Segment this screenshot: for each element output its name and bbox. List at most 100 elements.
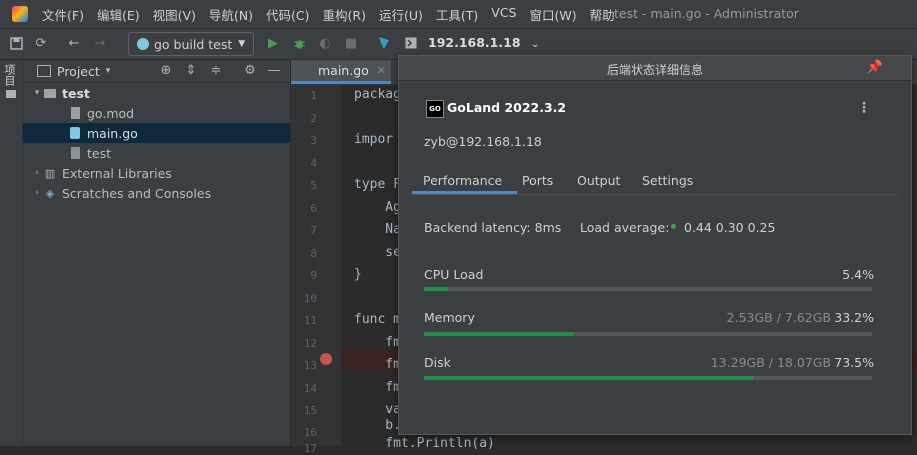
run-configuration-select[interactable]: go build test ▼	[128, 32, 254, 56]
stop-icon[interactable]: ■	[343, 35, 359, 51]
back-arrow-icon[interactable]: ←	[66, 35, 82, 51]
scratches-icon: ◈	[45, 186, 55, 200]
disk-label: Disk	[424, 355, 451, 370]
menu-bar: 文件(F) 编辑(E) 视图(V) 导航(N) 代码(C) 重构(R) 运行(U…	[0, 0, 917, 28]
line-number: 7	[310, 224, 317, 237]
popup-header[interactable]: 后端状态详细信息 📌	[399, 56, 911, 81]
sync-icon[interactable]: ⟳	[33, 35, 49, 51]
goland-logo-icon	[12, 6, 28, 22]
tree-row-test[interactable]: ▾ test	[23, 83, 290, 103]
product-name: GoLand 2022.3.2	[447, 100, 567, 115]
code-line[interactable]: fm	[354, 380, 401, 395]
disk-detail: 13.29GB / 18.07GB	[710, 355, 831, 370]
disk-percent: 73.5%	[834, 355, 874, 370]
line-number: 16	[303, 426, 317, 439]
menu-window[interactable]: 窗口(W)	[529, 5, 576, 24]
tab-output[interactable]: Output	[577, 173, 620, 188]
selected-tab-indicator	[412, 191, 517, 194]
editor-tab-main-go[interactable]: main.go ✕	[291, 60, 391, 84]
cpu-load-bar	[424, 287, 872, 291]
minimize-icon[interactable]: —	[266, 63, 282, 79]
code-line[interactable]: packag	[354, 87, 401, 102]
forward-arrow-icon[interactable]: →	[92, 35, 108, 51]
terminal-icon[interactable]	[403, 35, 419, 51]
popup-title: 后端状态详细信息	[606, 63, 703, 77]
folder-icon	[6, 90, 16, 98]
pin-icon[interactable]: 📌	[867, 60, 883, 75]
executable-icon	[68, 146, 82, 160]
line-number: 10	[303, 292, 317, 305]
line-number: 3	[310, 134, 317, 147]
gopher-icon	[137, 38, 149, 50]
menu-tools[interactable]: 工具(T)	[436, 5, 478, 24]
tree-row-scratches[interactable]: › ◈ Scratches and Consoles	[23, 183, 290, 203]
menu-file[interactable]: 文件(F)	[42, 5, 84, 24]
go-file-icon	[68, 126, 82, 140]
code-line[interactable]: fm	[354, 357, 401, 372]
memory-bar-fill	[424, 332, 573, 336]
code-line[interactable]: se	[354, 245, 401, 260]
line-number: 6	[310, 202, 317, 215]
close-icon[interactable]: ✕	[377, 64, 386, 77]
menu-vcs[interactable]: VCS	[491, 5, 516, 24]
disk-bar	[424, 376, 872, 380]
code-line[interactable]: Ag	[354, 200, 401, 215]
code-line[interactable]: impor	[354, 132, 393, 147]
coverage-icon[interactable]: ◐	[317, 35, 333, 51]
tree-row-go-mod[interactable]: go.mod	[23, 103, 290, 123]
line-number: 12	[303, 337, 317, 350]
code-line[interactable]: va	[354, 402, 401, 417]
code-line[interactable]: fm	[354, 335, 401, 350]
menu-code[interactable]: 代码(C)	[266, 5, 309, 24]
popup-tabs: Performance Ports Output Settings	[412, 169, 898, 195]
gateway-icon[interactable]	[376, 35, 392, 51]
line-number: 8	[310, 247, 317, 260]
code-line[interactable]: }	[354, 267, 362, 282]
memory-percent: 33.2%	[834, 310, 874, 325]
chevron-right-icon[interactable]: ›	[31, 168, 43, 178]
menu-refactor[interactable]: 重构(R)	[323, 5, 366, 24]
chevron-down-icon[interactable]: ▾	[31, 88, 43, 98]
project-tool-tab-label: 项目	[3, 64, 16, 86]
tab-settings[interactable]: Settings	[642, 173, 693, 188]
menu-run[interactable]: 运行(U)	[379, 5, 423, 24]
project-panel-title[interactable]: Project	[57, 64, 100, 79]
code-line[interactable]: fmt.Println(a)	[354, 436, 495, 451]
connection-string: zyb@192.168.1.18	[424, 134, 542, 149]
cpu-load-percent: 5.4%	[842, 267, 874, 282]
tree-row-test-binary[interactable]: test	[23, 143, 290, 163]
tab-ports[interactable]: Ports	[522, 173, 553, 188]
code-line[interactable]: func m	[354, 312, 401, 327]
line-number: 14	[303, 382, 317, 395]
tree-item-label: test	[87, 145, 112, 161]
remote-host-select[interactable]: 192.168.1.18 ⌄	[428, 35, 539, 50]
collapse-all-icon[interactable]: ≑	[208, 63, 224, 79]
breakpoint-icon[interactable]	[320, 353, 332, 365]
save-icon[interactable]	[8, 35, 24, 51]
run-configuration-label: go build test	[154, 36, 233, 52]
tree-row-main-go[interactable]: main.go	[23, 123, 290, 143]
menu-view[interactable]: 视图(V)	[153, 5, 196, 24]
gomod-file-icon	[68, 106, 82, 120]
code-line[interactable]: type F	[354, 177, 401, 192]
tree-item-label: go.mod	[87, 105, 135, 121]
chevron-right-icon[interactable]: ›	[31, 188, 43, 198]
tree-item-label: External Libraries	[62, 165, 172, 181]
disk-bar-fill	[424, 376, 754, 380]
gear-icon[interactable]: ⚙	[242, 63, 258, 79]
chevron-down-icon[interactable]: ▾	[106, 66, 111, 76]
project-tool-tab[interactable]: 项目	[3, 64, 19, 98]
tab-performance[interactable]: Performance	[423, 173, 502, 188]
expand-all-icon[interactable]: ⇕	[183, 63, 199, 79]
menu-edit[interactable]: 编辑(E)	[97, 5, 140, 24]
locate-crosshair-icon[interactable]: ⊕	[158, 63, 174, 79]
menu-help[interactable]: 帮助	[590, 5, 615, 24]
menu-navigate[interactable]: 导航(N)	[209, 5, 253, 24]
debug-bug-icon[interactable]	[291, 35, 307, 51]
line-number: 4	[310, 157, 317, 170]
window-title: test - main.go - Administrator	[614, 6, 799, 21]
tree-row-external-libraries[interactable]: › ▥ External Libraries	[23, 163, 290, 183]
run-icon[interactable]: ▶	[265, 35, 281, 51]
code-line[interactable]: Na	[354, 222, 401, 237]
more-vertical-icon[interactable]: ⋮	[857, 100, 871, 116]
